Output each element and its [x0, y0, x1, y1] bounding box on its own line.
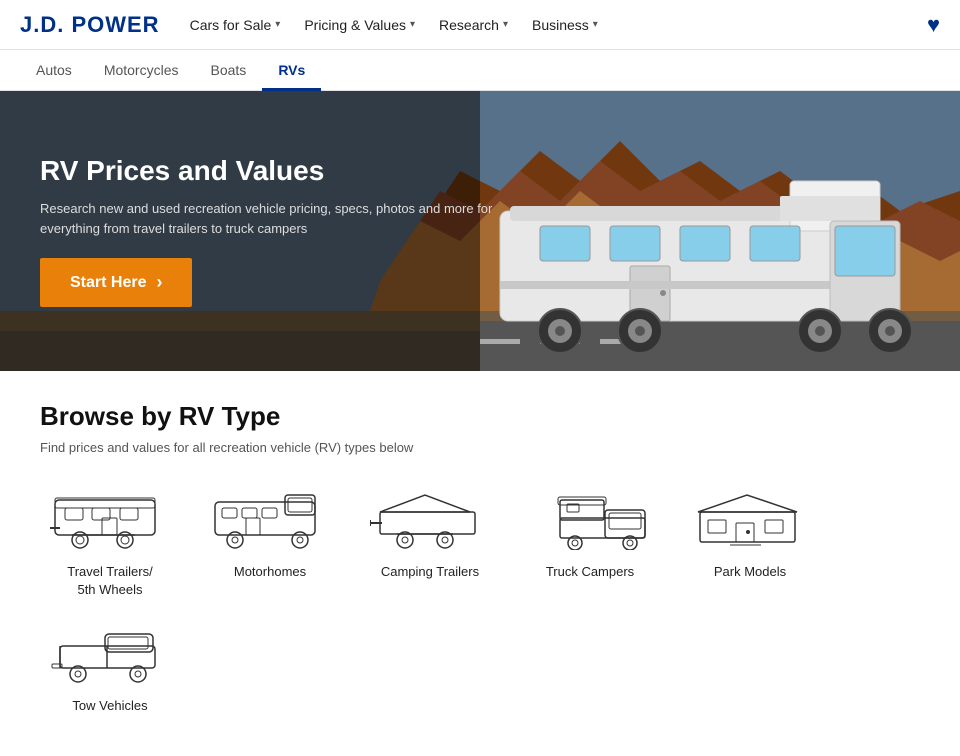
nav-cars-for-sale[interactable]: Cars for Sale ▾ — [190, 17, 281, 33]
chevron-down-icon: ▾ — [410, 19, 415, 30]
sub-nav: Autos Motorcycles Boats RVs — [0, 50, 960, 91]
hero-content: RV Prices and Values Research new and us… — [40, 155, 520, 307]
rv-type-truck-camper[interactable]: Truck Campers — [520, 485, 660, 599]
park-model-icon — [685, 485, 815, 555]
start-here-button[interactable]: Start Here › — [40, 258, 192, 307]
travel-trailer-label: Travel Trailers/5th Wheels — [67, 563, 152, 599]
nav-business[interactable]: Business ▾ — [532, 17, 598, 33]
hero-section: RV Prices and Values Research new and us… — [0, 91, 960, 371]
browse-section: Browse by RV Type Find prices and values… — [0, 371, 960, 756]
rv-type-camping-trailer[interactable]: Camping Trailers — [360, 485, 500, 599]
start-here-label: Start Here — [70, 274, 146, 292]
motorhome-icon — [205, 485, 335, 555]
header: J.D. POWER Cars for Sale ▾ Pricing & Val… — [0, 0, 960, 50]
nav-label: Cars for Sale — [190, 17, 272, 33]
hero-subtitle: Research new and used recreation vehicle… — [40, 199, 520, 238]
favorites-icon[interactable]: ♥ — [927, 12, 940, 37]
logo[interactable]: J.D. POWER — [20, 12, 160, 38]
truck-camper-svg — [530, 490, 650, 550]
chevron-down-icon: ▾ — [503, 19, 508, 30]
nav-label: Pricing & Values — [304, 17, 406, 33]
nav-label: Business — [532, 17, 589, 33]
browse-subtitle: Find prices and values for all recreatio… — [40, 440, 920, 455]
travel-trailer-svg — [50, 490, 170, 550]
header-right: ♥ — [927, 12, 940, 38]
rv-type-motorhome[interactable]: Motorhomes — [200, 485, 340, 599]
subnav-rvs[interactable]: RVs — [262, 50, 321, 90]
motorhome-svg — [210, 490, 330, 550]
chevron-down-icon: ▾ — [275, 19, 280, 30]
rv-svg — [480, 91, 960, 371]
nav-pricing-values[interactable]: Pricing & Values ▾ — [304, 17, 415, 33]
rv-type-grid: Travel Trailers/5th Wheels — [40, 485, 920, 716]
camping-trailer-svg — [370, 490, 490, 550]
tow-vehicle-svg — [50, 624, 170, 684]
subnav-boats[interactable]: Boats — [195, 50, 263, 90]
tow-vehicle-label: Tow Vehicles — [72, 697, 147, 715]
rv-type-park-model[interactable]: Park Models — [680, 485, 820, 599]
motorhome-label: Motorhomes — [234, 563, 306, 581]
arrow-icon: › — [156, 272, 162, 293]
camping-trailer-icon — [365, 485, 495, 555]
truck-camper-icon — [525, 485, 655, 555]
park-model-svg — [690, 490, 810, 550]
main-nav: Cars for Sale ▾ Pricing & Values ▾ Resea… — [190, 17, 927, 33]
nav-label: Research — [439, 17, 499, 33]
tow-vehicle-icon — [45, 619, 175, 689]
browse-title: Browse by RV Type — [40, 401, 920, 432]
subnav-autos[interactable]: Autos — [20, 50, 88, 90]
hero-title: RV Prices and Values — [40, 155, 520, 187]
park-model-label: Park Models — [714, 563, 786, 581]
subnav-motorcycles[interactable]: Motorcycles — [88, 50, 195, 90]
travel-trailer-icon — [45, 485, 175, 555]
nav-research[interactable]: Research ▾ — [439, 17, 508, 33]
rv-type-tow-vehicle[interactable]: Tow Vehicles — [40, 619, 180, 715]
chevron-down-icon: ▾ — [593, 19, 598, 30]
truck-camper-label: Truck Campers — [546, 563, 634, 581]
camping-trailer-label: Camping Trailers — [381, 563, 479, 581]
rv-type-travel-trailer[interactable]: Travel Trailers/5th Wheels — [40, 485, 180, 599]
hero-rv-image — [480, 91, 960, 371]
